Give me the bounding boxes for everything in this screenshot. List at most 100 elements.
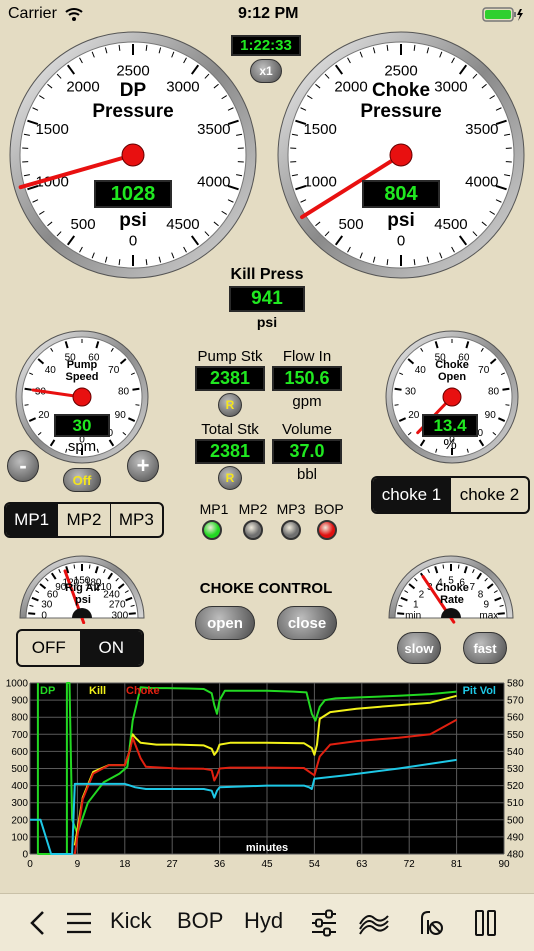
gauge-tick xyxy=(25,405,29,406)
gauge-tick xyxy=(135,405,139,406)
gauge-tick xyxy=(395,405,399,406)
gauge-tick xyxy=(498,613,505,614)
gauge-tick-label: 1500 xyxy=(35,121,68,138)
gauge-hub xyxy=(390,144,412,166)
rig-air-title: Rig Air psi xyxy=(54,582,112,606)
gauge-tick-label: 0 xyxy=(397,232,405,249)
legend-pit-vol: Pit Vol xyxy=(463,685,496,697)
y-right-tick-label: 510 xyxy=(507,798,524,809)
volume-label: Volume xyxy=(270,421,344,438)
elapsed-timer: 1:22:33 xyxy=(231,35,301,56)
choke-select-1[interactable]: choke 1 xyxy=(373,478,450,512)
gauge-tick xyxy=(129,613,136,614)
choke-open-button[interactable]: open xyxy=(195,606,255,640)
flow-in-display: 150.6 xyxy=(272,366,342,391)
pump-plus-button[interactable]: + xyxy=(127,450,159,482)
choke-open-display: 13.4 xyxy=(422,414,478,437)
choke-selector: choke 1 choke 2 xyxy=(371,476,530,514)
gauge-tick-label: 500 xyxy=(339,216,364,233)
choke-control-title: CHOKE CONTROL xyxy=(186,580,346,597)
x-tick-label: 63 xyxy=(356,859,368,870)
x-axis-label: minutes xyxy=(246,842,288,854)
pump-off-button[interactable]: Off xyxy=(63,468,101,492)
choke-rate-title-line1: Choke xyxy=(423,582,481,594)
well-off-icon[interactable] xyxy=(416,908,444,938)
choke-title-line1: Choke xyxy=(345,80,457,101)
choke-slow-button[interactable]: slow xyxy=(397,632,441,664)
sliders-icon[interactable] xyxy=(310,909,338,937)
x-tick-label: 72 xyxy=(404,859,416,870)
lamp-label-mp3: MP3 xyxy=(273,501,309,517)
x-tick-label: 45 xyxy=(261,859,273,870)
gauge-tick-label: 90 xyxy=(115,410,127,421)
pump-speed-title-line2: Speed xyxy=(52,371,112,383)
volume-display: 37.0 xyxy=(272,439,342,464)
choke-unit: psi xyxy=(361,210,441,232)
pump-speed-title: Pump Speed xyxy=(52,359,112,383)
y-right-tick-label: 520 xyxy=(507,781,524,792)
gauge-tick xyxy=(458,565,459,569)
flow-in-unit: gpm xyxy=(270,393,344,410)
gauge-tick xyxy=(89,565,90,569)
choke-close-button[interactable]: close xyxy=(277,606,337,640)
lamp-mp2 xyxy=(243,520,263,540)
gauge-tick xyxy=(397,613,404,614)
pump-speed-title-line1: Pump xyxy=(52,359,112,371)
choke-fast-button[interactable]: fast xyxy=(463,632,507,664)
total-stk-reset-button[interactable]: R xyxy=(218,466,242,490)
x-tick-label: 81 xyxy=(451,859,463,870)
hyd-tab[interactable]: Hyd xyxy=(244,908,283,934)
rig-air-title-line2: psi xyxy=(54,594,112,606)
pause-icon[interactable] xyxy=(474,909,498,937)
gauge-tick-label: 2500 xyxy=(116,62,149,79)
y-right-tick-label: 550 xyxy=(507,730,524,741)
choke-open-title-line2: Open xyxy=(422,371,482,383)
pump-stk-reset-button[interactable]: R xyxy=(218,393,242,417)
dp-unit: psi xyxy=(93,210,173,232)
choke-select-2[interactable]: choke 2 xyxy=(450,478,528,512)
speed-button[interactable]: x1 xyxy=(250,59,282,83)
gauge-tick-label: 3500 xyxy=(197,121,230,138)
rig-air-on[interactable]: ON xyxy=(80,631,143,665)
pump-select-mp3[interactable]: MP3 xyxy=(110,504,162,536)
gauge-tick xyxy=(443,565,444,569)
y-right-tick-label: 540 xyxy=(507,747,524,758)
bop-tab[interactable]: BOP xyxy=(177,908,223,934)
y-left-tick-label: 500 xyxy=(11,764,28,775)
wifi-icon xyxy=(64,6,84,22)
menu-lines-icon[interactable] xyxy=(66,912,92,934)
flow-in-label: Flow In xyxy=(270,348,344,365)
lamp-label-bop: BOP xyxy=(311,501,347,517)
gauge-tick-label: 20 xyxy=(408,410,420,421)
y-right-tick-label: 500 xyxy=(507,815,524,826)
gauge-tick xyxy=(74,565,75,569)
kill-press-unit: psi xyxy=(229,314,305,330)
rig-air-off[interactable]: OFF xyxy=(18,631,80,665)
lamp-bop xyxy=(317,520,337,540)
x-tick-label: 36 xyxy=(214,859,226,870)
y-right-tick-label: 570 xyxy=(507,696,524,707)
kick-tab[interactable]: Kick xyxy=(110,908,152,934)
back-chevron-icon[interactable] xyxy=(28,910,48,936)
clock: 9:12 PM xyxy=(238,5,298,23)
gauge-tick-label: 500 xyxy=(71,216,96,233)
waves-icon[interactable] xyxy=(358,910,390,936)
pump-select-mp1[interactable]: MP1 xyxy=(6,504,57,536)
total-stk-label: Total Stk xyxy=(193,421,267,438)
battery-icon xyxy=(482,7,524,23)
lamp-mp3 xyxy=(281,520,301,540)
y-left-tick-label: 0 xyxy=(22,850,28,861)
gauge-tick-label: 90 xyxy=(485,410,497,421)
pump-stk-label: Pump Stk xyxy=(193,348,267,365)
bottom-toolbar: Kick BOP Hyd xyxy=(0,893,534,951)
pump-select-mp2[interactable]: MP2 xyxy=(57,504,109,536)
gauge-tick xyxy=(502,389,509,390)
pump-minus-button[interactable]: - xyxy=(7,450,39,482)
x-tick-label: 0 xyxy=(27,859,33,870)
x-tick-label: 18 xyxy=(119,859,131,870)
gauge-tick xyxy=(132,389,139,390)
dp-value-display: 1028 xyxy=(94,180,172,208)
x-tick-label: 9 xyxy=(75,859,81,870)
gauge-tick-label: 4000 xyxy=(465,174,498,191)
gauge-hub xyxy=(443,388,461,406)
